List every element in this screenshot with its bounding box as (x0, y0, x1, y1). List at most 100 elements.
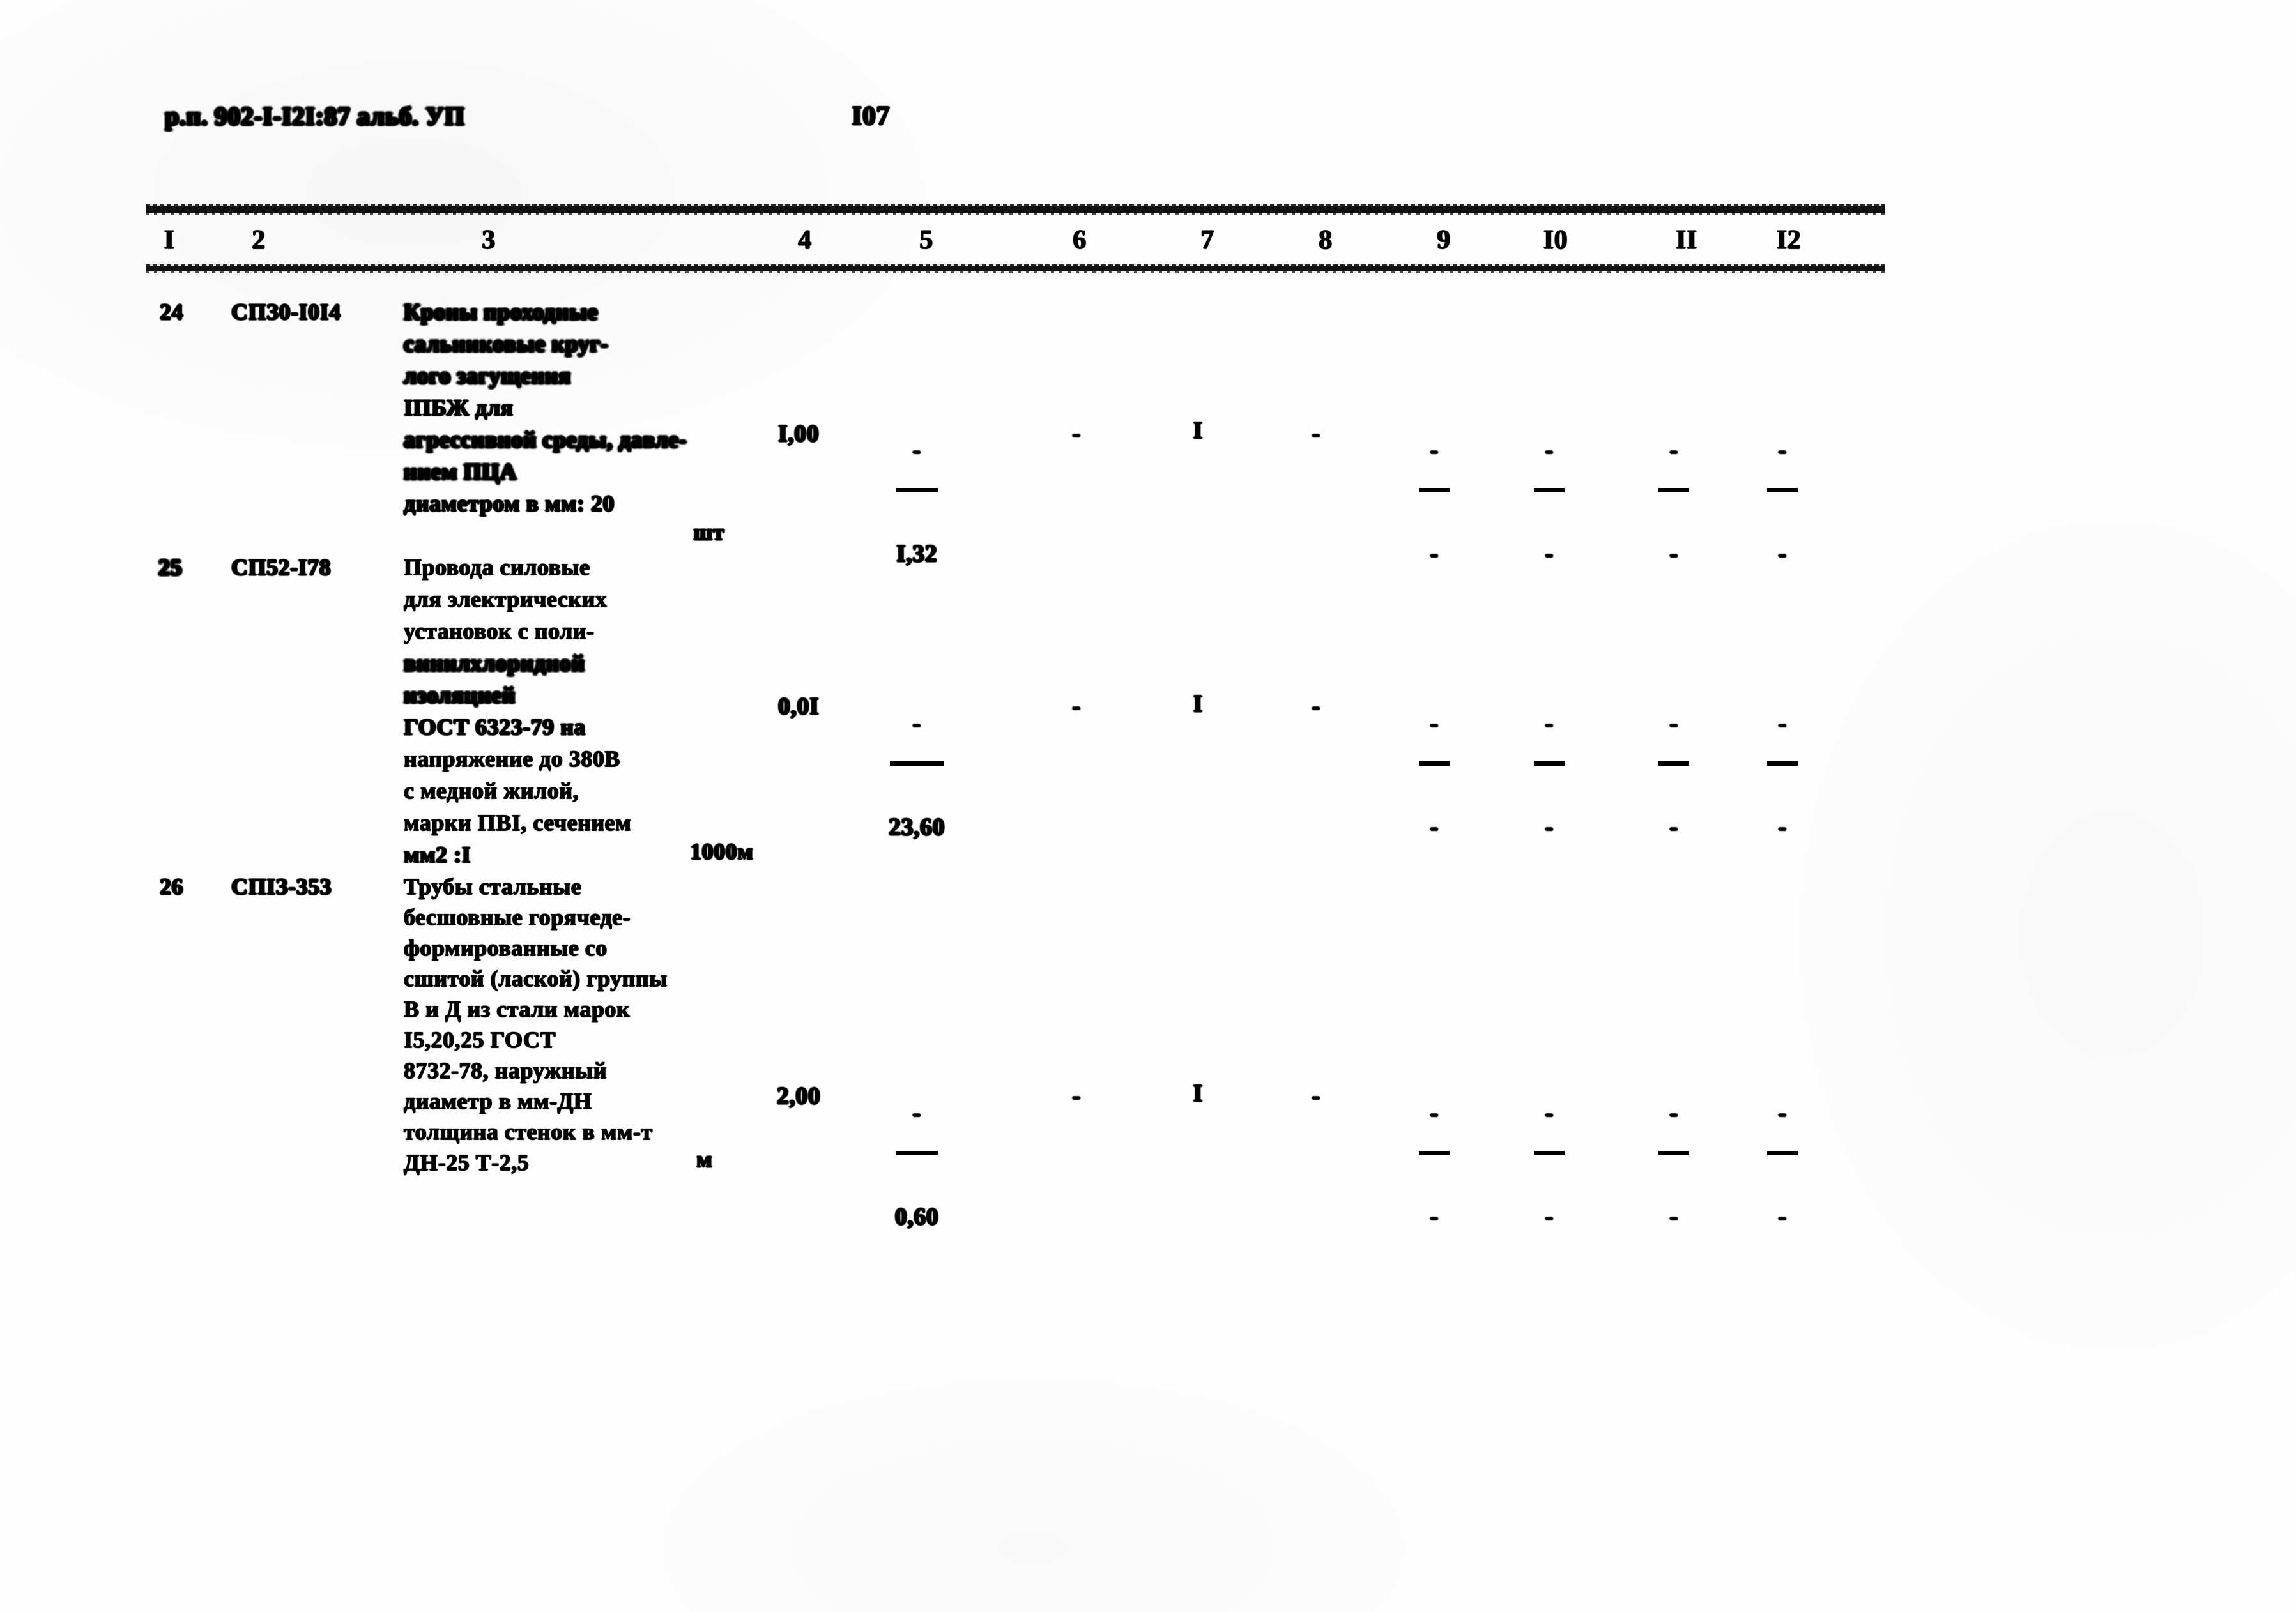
row-col12-fraction: - - (1734, 690, 1830, 864)
row-description-line: изоляцией (404, 682, 516, 708)
row-col9-bottom: - (1430, 1203, 1439, 1230)
row-description-line: бесшовные горячеде- (404, 904, 631, 930)
row-col11-top: - (1669, 710, 1678, 737)
fraction-bar (896, 488, 938, 492)
fraction-bar (1767, 1151, 1798, 1155)
row-col9-bottom: - (1430, 814, 1439, 840)
fraction-bar (1658, 761, 1689, 766)
row-description-line: установок с поли- (404, 618, 595, 644)
row-description-line: для электрических (404, 586, 608, 612)
row-col5-top: - (912, 437, 921, 464)
fraction-bar (1419, 488, 1450, 492)
row-col11-top: - (1669, 1100, 1678, 1127)
row-col12-fraction: - - (1734, 1079, 1830, 1254)
row-unit: м (696, 1146, 713, 1172)
row-description-line: толщина стенок в мм-т (404, 1119, 653, 1144)
row-col7-value: I (1193, 690, 1203, 717)
row-description-line: I5,20,25 ГОСТ (404, 1027, 556, 1053)
table-header-rule (146, 264, 1885, 273)
row-col10-bottom: - (1545, 1203, 1554, 1230)
row-col11-top: - (1669, 437, 1678, 464)
fraction-bar (1534, 1151, 1565, 1155)
row-description-line: IПБЖ для (404, 395, 514, 420)
row-unit: 1000м (690, 839, 754, 864)
row-description-line: формированные со (404, 935, 608, 961)
row-col11-bottom: - (1669, 814, 1678, 840)
row-col6-value: - (1072, 693, 1081, 720)
row-description-line: напряжение до 380В (404, 746, 620, 772)
row-col11-fraction: - - (1626, 1079, 1722, 1254)
row-col5-top: - (912, 710, 921, 737)
row-col11-bottom: - (1669, 540, 1678, 567)
fraction-bar (1658, 1151, 1689, 1155)
fraction-bar (1534, 761, 1565, 766)
row-description-line: Кроны проходные (404, 299, 598, 324)
column-number-8: 8 (1319, 225, 1333, 255)
row-col5-fraction: - 0,60 (869, 1079, 965, 1254)
row-col8-value: - (1312, 1083, 1320, 1109)
fraction-bar (1767, 488, 1798, 492)
row-col6-value: - (1072, 420, 1081, 447)
row-col12-bottom: - (1778, 1203, 1787, 1230)
row-description-line: винилхлоридной (404, 650, 585, 676)
row-col8-value: - (1312, 420, 1320, 447)
column-number-9: 9 (1437, 225, 1451, 255)
row-col10-bottom: - (1545, 540, 1554, 567)
column-number-7: 7 (1200, 225, 1214, 255)
fraction-bar (1419, 761, 1450, 766)
fraction-bar (1419, 1151, 1450, 1155)
row-col4-value: 0,0I (777, 693, 820, 720)
row-description-line: ДН-25 Т-2,5 (404, 1150, 530, 1175)
column-number-5: 5 (919, 225, 933, 255)
fraction-bar (1658, 488, 1689, 492)
column-number-11: II (1676, 225, 1697, 255)
row-col9-fraction: - - (1386, 416, 1482, 591)
column-number-10: I0 (1543, 225, 1568, 255)
row-col9-fraction: - - (1386, 1079, 1482, 1254)
row-col9-top: - (1430, 1100, 1439, 1127)
row-unit: шт (693, 519, 725, 545)
row-col11-bottom: - (1669, 1203, 1678, 1230)
row-description-line: Провода силовые (404, 554, 590, 580)
table-top-rule (146, 204, 1885, 215)
row-col12-bottom: - (1778, 540, 1787, 567)
row-number: 25 (158, 554, 182, 580)
row-col9-fraction: - - (1386, 690, 1482, 864)
row-number: 24 (160, 299, 183, 324)
column-number-1: I (164, 225, 175, 255)
fraction-bar (896, 1151, 938, 1155)
row-col11-fraction: - - (1626, 416, 1722, 591)
column-number-2: 2 (252, 225, 266, 255)
row-description-line: лого загущения (404, 363, 571, 388)
row-description-line: ГОСТ 6323-79 на (404, 714, 586, 740)
row-description-line: диаметр в мм-ДН (404, 1088, 592, 1114)
row-col5-fraction: - 23,60 (869, 690, 965, 864)
row-col12-top: - (1778, 437, 1787, 464)
row-col5-top: - (912, 1100, 921, 1127)
fraction-bar (1767, 761, 1798, 766)
row-col12-top: - (1778, 1100, 1787, 1127)
header-project-code: р.п. 902-I-I2I:87 альб. УП (165, 102, 465, 130)
row-col11-fraction: - - (1626, 690, 1722, 864)
row-col10-top: - (1545, 437, 1554, 464)
row-col10-fraction: - - (1501, 1079, 1597, 1254)
row-col9-bottom: - (1430, 540, 1439, 567)
row-number: 26 (160, 874, 183, 899)
row-description-line: нием ПЦА (404, 459, 517, 484)
row-col5-bottom: 0,60 (894, 1203, 939, 1230)
row-col7-value: I (1193, 417, 1203, 444)
row-description-line: с медной жилой, (404, 778, 579, 803)
row-col10-fraction: - - (1501, 690, 1597, 864)
document-page: р.п. 902-I-I2I:87 альб. УП I07 I 2 3 4 5… (0, 0, 2296, 1612)
column-number-12: I2 (1776, 225, 1802, 255)
row-col10-fraction: - - (1501, 416, 1597, 591)
row-col10-top: - (1545, 1100, 1554, 1127)
row-col12-fraction: - - (1734, 416, 1830, 591)
row-description-line: сальниковые круг- (404, 331, 609, 356)
row-col10-top: - (1545, 710, 1554, 737)
row-description-line: Трубы стальные (404, 874, 582, 899)
row-col9-top: - (1430, 437, 1439, 464)
row-col4-value: I,00 (777, 420, 820, 447)
document-header: р.п. 902-I-I2I:87 альб. УП I07 (165, 101, 2017, 146)
row-code: СПIЗ-353 (231, 874, 332, 899)
